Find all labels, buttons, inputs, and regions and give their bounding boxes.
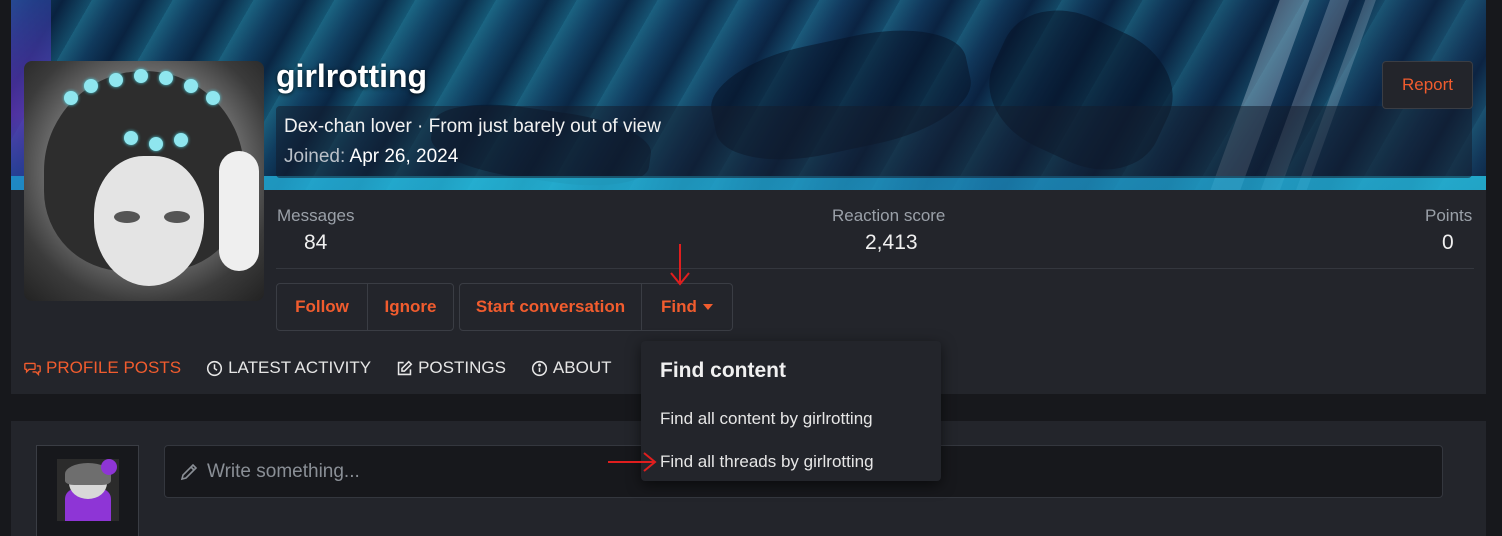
tab-latest-activity[interactable]: LATEST ACTIVITY [206,358,371,378]
find-label: Find [661,297,697,316]
tab-label: PROFILE POSTS [46,358,182,377]
report-button[interactable]: Report [1382,61,1473,109]
find-content-menu: Find content Find all content by girlrot… [641,341,941,481]
follow-ignore-group: Follow Ignore [276,283,454,331]
post-input-placeholder: Write something... [207,460,360,482]
profile-avatar[interactable] [24,61,264,301]
find-button[interactable]: Find [641,284,732,330]
start-conversation-button[interactable]: Start conversation [460,284,641,330]
messages-value[interactable]: 84 [304,231,327,255]
clock-icon [207,360,223,376]
tab-label: POSTINGS [418,358,506,377]
find-menu-title: Find content [660,359,786,382]
pencil-icon [180,463,198,480]
edit-icon [397,360,413,375]
caret-down-icon [702,304,713,310]
find-all-content-link[interactable]: Find all content by girlrotting [660,409,873,429]
profile-username: girlrotting [276,58,428,94]
tab-about[interactable]: ABOUT [531,358,612,378]
tab-postings[interactable]: POSTINGS [396,358,506,378]
info-icon [531,360,547,376]
comments-icon [24,362,41,376]
reaction-score-value[interactable]: 2,413 [865,231,918,255]
profile-tagline: Dex-chan lover · From just barely out of… [284,116,661,137]
follow-button[interactable]: Follow [277,284,367,330]
profile-joined: Joined: Apr 26, 2024 [284,146,458,168]
joined-label: Joined: [284,146,346,167]
reaction-score-label: Reaction score [832,206,946,225]
tab-label: ABOUT [552,358,612,377]
tab-profile-posts[interactable]: PROFILE POSTS [24,358,181,378]
tab-label: LATEST ACTIVITY [228,358,372,377]
ignore-button[interactable]: Ignore [367,284,453,330]
find-all-threads-link[interactable]: Find all threads by girlrotting [660,452,874,472]
joined-date: Apr 26, 2024 [349,146,459,167]
current-user-avatar[interactable] [57,459,119,521]
profile-info-box: Dex-chan lover · From just barely out of… [276,106,1472,178]
points-value[interactable]: 0 [1442,231,1454,255]
current-user-avatar-frame [36,445,139,536]
messages-label: Messages [277,206,355,225]
annotation-arrow-right-icon [608,452,657,472]
profile-tabs: PROFILE POSTS LATEST ACTIVITY POSTINGS A… [24,358,611,378]
annotation-arrow-down-icon [670,244,690,286]
conversation-find-group: Start conversation Find [459,283,733,331]
points-label: Points [1425,206,1473,225]
stats-divider [276,268,1474,269]
